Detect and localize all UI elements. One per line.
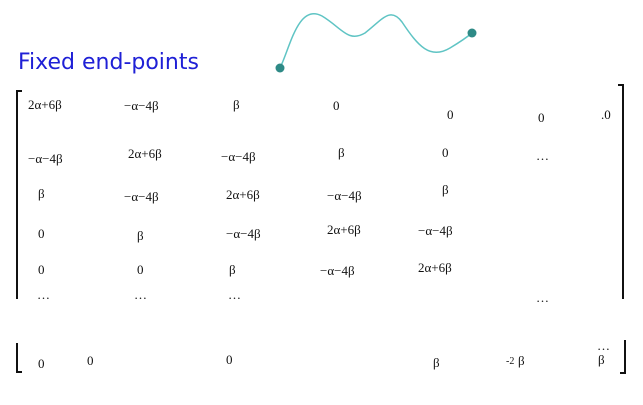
flexible-curve bbox=[279, 13, 473, 69]
matrix-cell: 0 bbox=[87, 353, 94, 368]
matrix-cell: −α−4β bbox=[221, 149, 256, 164]
matrix-cell: β bbox=[38, 186, 45, 201]
right-endpoint bbox=[467, 28, 477, 38]
matrix-cell: 0 bbox=[226, 352, 233, 367]
matrix-cell: β bbox=[442, 182, 449, 197]
slide: Fixed end-points 2α+6β −α−4β β 0 0 0 .0 … bbox=[0, 0, 643, 405]
matrix-cell: .0 bbox=[601, 107, 611, 122]
slide-title: Fixed end-points bbox=[18, 50, 199, 75]
matrix-cell: 0 bbox=[137, 262, 144, 277]
matrix-cell: −α−4β bbox=[28, 151, 63, 166]
matrix-cell: −α−4β bbox=[124, 189, 159, 204]
matrix-cell: −α−4β bbox=[327, 188, 362, 203]
matrix-cell: −α−4β bbox=[418, 223, 453, 238]
matrix-cell: 2α+6β bbox=[418, 260, 452, 275]
matrix-ellipsis: … bbox=[228, 287, 241, 302]
matrix-cell: 0 bbox=[442, 145, 449, 160]
matrix-cell: 2α+6β bbox=[226, 187, 260, 202]
left-endpoint bbox=[275, 63, 285, 73]
matrix-cell: β bbox=[229, 262, 236, 277]
matrix-ellipsis: … bbox=[134, 287, 147, 302]
matrix-cell: 2α+6β bbox=[327, 222, 361, 237]
matrix-cell: −α−4β bbox=[124, 98, 159, 113]
matrix-cell: β bbox=[137, 228, 144, 243]
matrix-cell: 0 bbox=[538, 110, 545, 125]
matrix-cell: -2 bbox=[506, 356, 515, 367]
lower-left-bracket bbox=[16, 343, 22, 373]
matrix-cell: 0 bbox=[333, 98, 340, 113]
matrix-cell: β bbox=[433, 355, 440, 370]
matrix-ellipsis: … bbox=[37, 287, 50, 302]
matrix-cell: β bbox=[338, 145, 345, 160]
matrix-cell: … bbox=[536, 148, 549, 163]
matrix-cell: −α−4β bbox=[226, 226, 261, 241]
matrix-cell: 2α+6β bbox=[128, 146, 162, 161]
matrix-cell: β bbox=[233, 97, 240, 112]
curve-illustration bbox=[275, 13, 477, 73]
matrix-cell: β bbox=[598, 352, 605, 367]
matrix-ellipsis: … bbox=[536, 290, 549, 305]
lower-right-bracket bbox=[620, 340, 626, 374]
matrix-cell: 2α+6β bbox=[28, 97, 62, 112]
upper-right-bracket bbox=[618, 84, 624, 299]
upper-left-bracket bbox=[16, 90, 22, 299]
matrix-cell: 0 bbox=[38, 262, 45, 277]
matrix-cell: −α−4β bbox=[320, 263, 355, 278]
matrix-cell: 0 bbox=[447, 107, 454, 122]
matrix-cell: 0 bbox=[38, 356, 45, 371]
matrix-cell: 0 bbox=[38, 226, 45, 241]
matrix-cell: β bbox=[518, 353, 525, 368]
